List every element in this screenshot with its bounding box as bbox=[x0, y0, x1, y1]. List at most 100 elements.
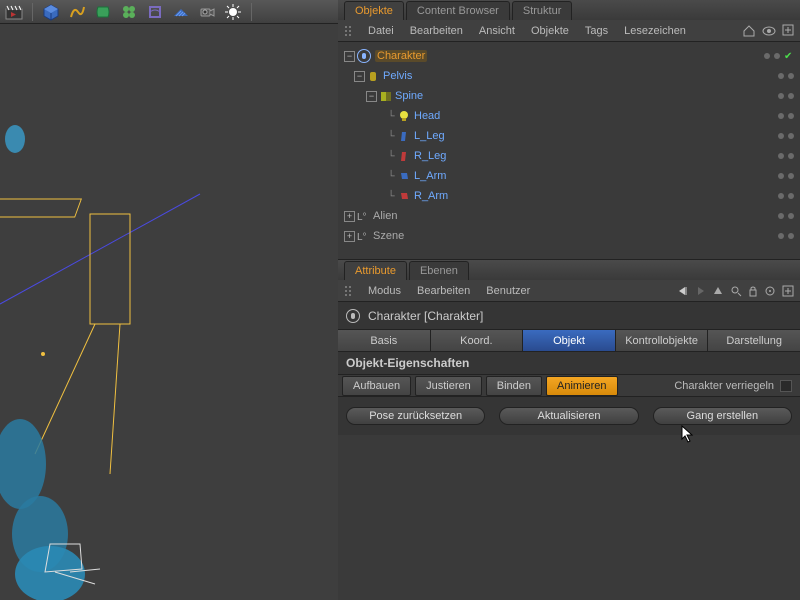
object-header: Charakter [Charakter] bbox=[338, 302, 800, 330]
expand-toggle[interactable]: − bbox=[354, 71, 365, 82]
menu-objekte[interactable]: Objekte bbox=[531, 25, 569, 37]
tab-content-browser[interactable]: Content Browser bbox=[406, 1, 510, 20]
joint-icon bbox=[398, 110, 410, 122]
mode-aufbauen[interactable]: Aufbauen bbox=[342, 376, 411, 396]
lock-character-label: Charakter verriegeln bbox=[674, 380, 774, 392]
hierarchy-label: Spine bbox=[395, 90, 423, 102]
deformer-icon[interactable] bbox=[145, 3, 165, 21]
hierarchy-label: L_Arm bbox=[414, 170, 446, 182]
joint-icon bbox=[367, 70, 379, 82]
tab-objekte[interactable]: Objekte bbox=[344, 1, 404, 20]
home-icon[interactable] bbox=[742, 24, 756, 38]
hierarchy-label: R_Arm bbox=[414, 190, 448, 202]
null-icon: L° bbox=[357, 230, 369, 242]
null-icon: L° bbox=[357, 210, 369, 222]
object-title: Charakter [Charakter] bbox=[368, 309, 483, 323]
tab-ebenen[interactable]: Ebenen bbox=[409, 261, 469, 280]
expand-toggle[interactable]: − bbox=[344, 51, 355, 62]
hierarchy-item-head[interactable]: Head bbox=[398, 110, 778, 122]
hierarchy-item-charakter[interactable]: Charakter bbox=[357, 49, 764, 63]
expand-toggle[interactable]: + bbox=[344, 211, 355, 222]
clapper-icon[interactable] bbox=[4, 3, 24, 21]
menu-tags[interactable]: Tags bbox=[585, 25, 608, 37]
subtab-koord[interactable]: Koord. bbox=[431, 330, 524, 351]
object-hierarchy[interactable]: − Charakter ✔ − Pelvis − Spine └ bbox=[338, 42, 800, 260]
mode-justieren[interactable]: Justieren bbox=[415, 376, 482, 396]
action-buttons: Pose zurücksetzen Aktualisieren Gang ers… bbox=[338, 397, 800, 435]
floor-icon[interactable] bbox=[171, 3, 191, 21]
menu-benutzer[interactable]: Benutzer bbox=[486, 285, 530, 297]
nav-fwd-icon[interactable] bbox=[696, 285, 706, 297]
joint-icon bbox=[398, 190, 410, 202]
update-button[interactable]: Aktualisieren bbox=[499, 407, 638, 425]
up-icon[interactable] bbox=[712, 285, 724, 297]
menu-datei[interactable]: Datei bbox=[368, 25, 394, 37]
mode-binden[interactable]: Binden bbox=[486, 376, 542, 396]
hierarchy-label: Charakter bbox=[375, 50, 427, 62]
attribute-tabs: Attribute Ebenen bbox=[338, 260, 800, 280]
attribute-subtabs: Basis Koord. Objekt Kontrollobjekte Dars… bbox=[338, 330, 800, 352]
character-icon bbox=[357, 49, 371, 63]
tab-struktur[interactable]: Struktur bbox=[512, 1, 573, 20]
check-icon[interactable]: ✔ bbox=[784, 51, 794, 61]
camera-icon[interactable] bbox=[197, 3, 217, 21]
mode-animieren[interactable]: Animieren bbox=[546, 376, 618, 396]
joint-icon bbox=[398, 150, 410, 162]
grip-icon bbox=[344, 285, 352, 297]
hierarchy-label: R_Leg bbox=[414, 150, 446, 162]
eye-icon[interactable] bbox=[762, 24, 776, 38]
lock-icon[interactable] bbox=[748, 285, 758, 297]
joint-icon bbox=[398, 130, 410, 142]
hierarchy-item-r-arm[interactable]: R_Arm bbox=[398, 190, 778, 202]
character-icon bbox=[346, 309, 360, 323]
create-walk-button[interactable]: Gang erstellen bbox=[653, 407, 792, 425]
tab-attribute[interactable]: Attribute bbox=[344, 261, 407, 280]
hierarchy-item-szene[interactable]: L° Szene bbox=[357, 230, 778, 242]
section-title: Objekt-Eigenschaften bbox=[338, 352, 800, 375]
spline-icon[interactable] bbox=[67, 3, 87, 21]
expand-icon[interactable] bbox=[782, 24, 794, 36]
joint-icon bbox=[379, 90, 391, 102]
menu-bearbeiten-attr[interactable]: Bearbeiten bbox=[417, 285, 470, 297]
subtab-basis[interactable]: Basis bbox=[338, 330, 431, 351]
target-icon[interactable] bbox=[764, 285, 776, 297]
attribute-menubar: Modus Bearbeiten Benutzer bbox=[338, 280, 800, 302]
expand-toggle[interactable]: − bbox=[366, 91, 377, 102]
grip-icon bbox=[344, 25, 352, 37]
svg-text:L°: L° bbox=[357, 232, 367, 242]
hierarchy-item-l-leg[interactable]: L_Leg bbox=[398, 130, 778, 142]
menu-bearbeiten[interactable]: Bearbeiten bbox=[410, 25, 463, 37]
nurbs-icon[interactable] bbox=[93, 3, 113, 21]
hierarchy-label: Head bbox=[414, 110, 440, 122]
hierarchy-label: L_Leg bbox=[414, 130, 445, 142]
subtab-objekt[interactable]: Objekt bbox=[523, 330, 616, 351]
reset-pose-button[interactable]: Pose zurücksetzen bbox=[346, 407, 485, 425]
menu-modus[interactable]: Modus bbox=[368, 285, 401, 297]
array-icon[interactable] bbox=[119, 3, 139, 21]
menu-ansicht[interactable]: Ansicht bbox=[479, 25, 515, 37]
joint-icon bbox=[398, 170, 410, 182]
subtab-kontrollobjekte[interactable]: Kontrollobjekte bbox=[616, 330, 709, 351]
viewport-3d[interactable] bbox=[0, 24, 338, 600]
right-panel: Objekte Content Browser Struktur Datei B… bbox=[338, 0, 800, 600]
hierarchy-item-pelvis[interactable]: Pelvis bbox=[367, 70, 778, 82]
cube-icon[interactable] bbox=[41, 3, 61, 21]
expand-icon[interactable] bbox=[782, 285, 794, 297]
svg-text:L°: L° bbox=[357, 212, 367, 222]
hierarchy-label: Szene bbox=[373, 230, 404, 242]
object-mode-tabs: Aufbauen Justieren Binden Animieren Char… bbox=[338, 375, 800, 397]
search-icon[interactable] bbox=[730, 285, 742, 297]
hierarchy-item-r-leg[interactable]: R_Leg bbox=[398, 150, 778, 162]
menu-lesezeichen[interactable]: Lesezeichen bbox=[624, 25, 686, 37]
hierarchy-item-alien[interactable]: L° Alien bbox=[357, 210, 778, 222]
hierarchy-label: Alien bbox=[373, 210, 397, 222]
lock-character-checkbox[interactable] bbox=[780, 380, 792, 392]
nav-back-icon[interactable] bbox=[676, 285, 690, 297]
object-manager-menubar: Datei Bearbeiten Ansicht Objekte Tags Le… bbox=[338, 20, 800, 42]
expand-toggle[interactable]: + bbox=[344, 231, 355, 242]
hierarchy-item-spine[interactable]: Spine bbox=[379, 90, 778, 102]
light-icon[interactable] bbox=[223, 3, 243, 21]
hierarchy-item-l-arm[interactable]: L_Arm bbox=[398, 170, 778, 182]
subtab-darstellung[interactable]: Darstellung bbox=[708, 330, 800, 351]
object-manager-tabs: Objekte Content Browser Struktur bbox=[338, 0, 800, 20]
